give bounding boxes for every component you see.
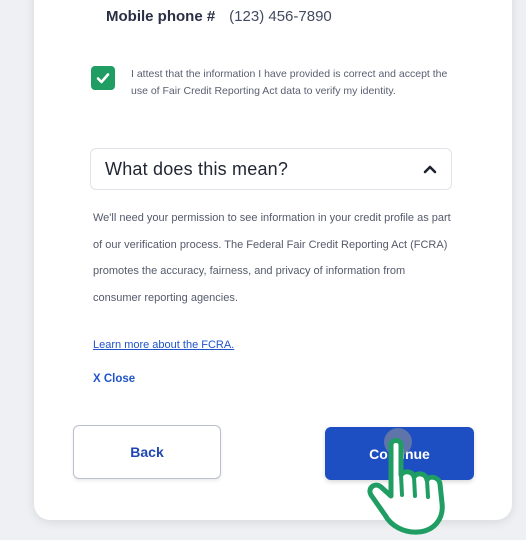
chevron-up-icon — [423, 165, 437, 174]
phone-row: Mobile phone # (123) 456-7890 — [106, 8, 332, 25]
attest-text: I attest that the information I have pro… — [131, 68, 448, 97]
faq-accordion-toggle[interactable]: What does this mean? — [90, 148, 452, 190]
attest-checkbox[interactable] — [91, 66, 115, 90]
faq-title: What does this mean? — [105, 158, 289, 179]
checkmark-icon — [96, 73, 110, 84]
faq-close-link[interactable]: X Close — [93, 373, 135, 385]
hand-pointer-icon — [367, 428, 445, 535]
faq-body: We'll need your permission to see inform… — [93, 212, 451, 304]
phone-value: (123) 456-7890 — [229, 8, 332, 25]
phone-label: Mobile phone # — [106, 8, 216, 25]
back-button[interactable]: Back — [73, 425, 221, 479]
back-button-label: Back — [130, 444, 164, 460]
learn-more-link[interactable]: Learn more about the FCRA. — [93, 339, 234, 351]
